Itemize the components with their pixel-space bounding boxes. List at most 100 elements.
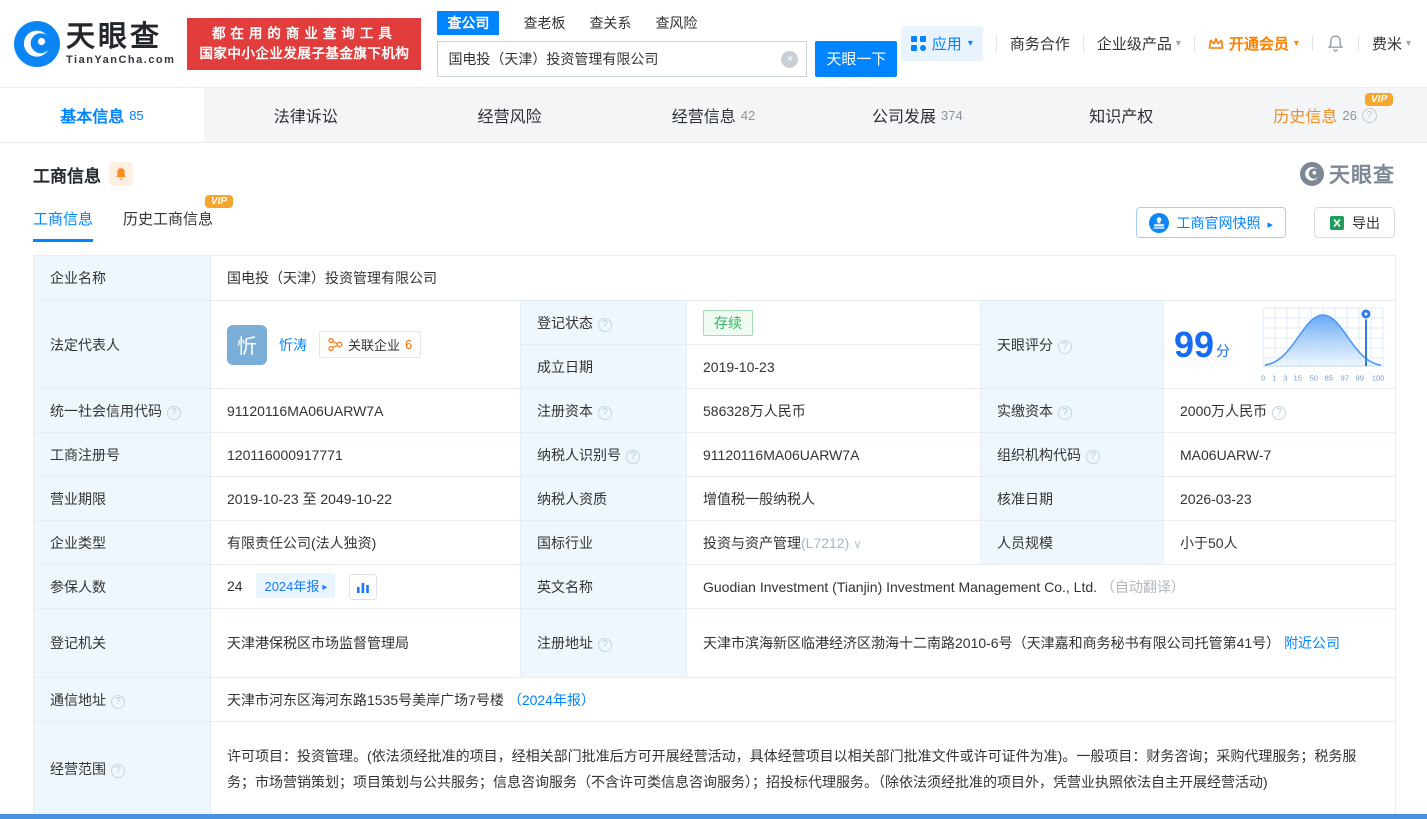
help-icon[interactable] xyxy=(167,406,181,420)
mail-address-report-link[interactable]: （2024年报） xyxy=(508,692,595,708)
help-icon[interactable] xyxy=(1086,450,1100,464)
score-distribution-chart: 0 1 3 15 50 85 97 99 100 xyxy=(1261,307,1385,383)
registry-label: 登记机关 xyxy=(34,609,211,678)
industry-label: 国标行业 xyxy=(521,521,687,565)
business-scope-label: 经营范围 xyxy=(34,722,211,816)
score-value: 99 xyxy=(1174,327,1214,363)
business-term-label: 营业期限 xyxy=(34,477,211,521)
tab-legal-litigation[interactable]: 法律诉讼 xyxy=(204,88,408,142)
search-tab-risk[interactable]: 查风险 xyxy=(655,13,697,33)
table-row: 参保人数 24 2024年报 英文名称 Guodian Investment (… xyxy=(34,565,1396,609)
subtab-history-business-info[interactable]: VIP 历史工商信息 xyxy=(123,208,213,242)
help-icon[interactable] xyxy=(1058,340,1072,354)
notification-bell-icon[interactable] xyxy=(1326,34,1345,53)
official-snapshot-button[interactable]: 工商官网快照 xyxy=(1136,207,1286,238)
status-badge: 存续 xyxy=(703,310,753,336)
reg-address-label: 注册地址 xyxy=(521,609,687,678)
chevron-down-icon[interactable] xyxy=(853,537,862,551)
clear-search-icon[interactable] xyxy=(781,51,798,68)
table-row: 经营范围 许可项目：投资管理。(依法须经批准的项目，经相关部门批准后方可开展经营… xyxy=(34,722,1396,816)
tianyancha-watermark-icon xyxy=(1300,162,1324,186)
table-row: 登记机关 天津港保税区市场监督管理局 注册地址 天津市滨海新区临港经济区渤海十二… xyxy=(34,609,1396,678)
reg-status-label: 登记状态 xyxy=(521,301,687,345)
help-icon[interactable] xyxy=(111,764,125,778)
company-type-value: 有限责任公司(法人独资) xyxy=(211,521,521,565)
logo-text: 天眼查 xyxy=(66,22,175,52)
top-nav: 应用 商务合作 企业级产品 开通会员 费米 xyxy=(901,26,1411,61)
insured-trend-chart-button[interactable] xyxy=(349,574,377,600)
app-grid-icon xyxy=(911,36,926,51)
bottom-accent-bar xyxy=(0,814,1427,819)
chevron-down-icon xyxy=(968,38,973,49)
vip-badge: VIP xyxy=(1365,93,1393,106)
taxpayer-quality-value: 增值税一般纳税人 xyxy=(687,477,981,521)
search-button[interactable]: 天眼一下 xyxy=(815,41,897,77)
score-unit: 分 xyxy=(1216,341,1230,361)
divider xyxy=(1194,36,1195,51)
nav-user-account[interactable]: 费米 xyxy=(1372,33,1411,54)
credit-code-label: 统一社会信用代码 xyxy=(34,389,211,433)
search-tab-company[interactable]: 查公司 xyxy=(437,11,499,35)
score-label: 天眼评分 xyxy=(981,301,1164,389)
credit-code-value: 91120116MA06UARW7A xyxy=(211,389,521,433)
score-cell[interactable]: 99 分 xyxy=(1164,301,1396,389)
table-row: 企业类型 有限责任公司(法人独资) 国标行业 投资与资产管理(L7212) 人员… xyxy=(34,521,1396,565)
help-icon[interactable] xyxy=(626,450,640,464)
brand-slogan: 都在用的商业查询工具 国家中小企业发展子基金旗下机构 xyxy=(187,18,421,70)
tab-operation-risk[interactable]: 经营风险 xyxy=(408,88,612,142)
score-axis-ticks: 0 1 3 15 50 85 97 99 100 xyxy=(1261,373,1385,383)
company-name-value: 国电投（天津）投资管理有限公司 xyxy=(211,256,1396,301)
section-title: 工商信息 xyxy=(33,162,101,187)
divider xyxy=(1312,36,1313,51)
search-input[interactable] xyxy=(438,42,806,76)
network-icon xyxy=(328,337,343,352)
excel-icon xyxy=(1329,215,1345,231)
help-icon[interactable] xyxy=(1058,406,1072,420)
org-code-label: 组织机构代码 xyxy=(981,433,1164,477)
help-icon[interactable] xyxy=(598,406,612,420)
tab-basic-info[interactable]: 基本信息 85 xyxy=(0,88,204,142)
reg-number-value: 120116000917771 xyxy=(211,433,521,477)
nearby-companies-link[interactable]: 附近公司 xyxy=(1284,635,1340,651)
subtab-business-info[interactable]: 工商信息 xyxy=(33,208,93,242)
help-icon[interactable] xyxy=(1272,406,1286,420)
annual-report-badge[interactable]: 2024年报 xyxy=(256,573,335,598)
tab-operation-info[interactable]: 经营信息 42 xyxy=(612,88,816,142)
legal-rep-avatar[interactable]: 忻 xyxy=(227,325,267,365)
related-companies-badge[interactable]: 关联企业 6 xyxy=(319,331,421,358)
slogan-line1: 都在用的商业查询工具 xyxy=(199,24,409,44)
help-icon[interactable] xyxy=(598,318,612,332)
staff-size-label: 人员规模 xyxy=(981,521,1164,565)
tab-company-development[interactable]: 公司发展 374 xyxy=(815,88,1019,142)
legal-rep-label: 法定代表人 xyxy=(34,301,211,389)
chevron-down-icon xyxy=(1176,38,1181,49)
reg-capital-label: 注册资本 xyxy=(521,389,687,433)
table-row: 企业名称 国电投（天津）投资管理有限公司 xyxy=(34,256,1396,301)
subscribe-bell-button[interactable] xyxy=(109,162,133,186)
reg-capital-value: 586328万人民币 xyxy=(687,389,981,433)
table-row: 法定代表人 忻 忻涛 关联企业 6 xyxy=(34,301,1396,345)
tab-intellectual-property[interactable]: 知识产权 xyxy=(1019,88,1223,142)
legal-rep-name-link[interactable]: 忻涛 xyxy=(279,335,307,355)
nav-biz-cooperation[interactable]: 商务合作 xyxy=(1010,33,1070,54)
company-section-tabs: 基本信息 85 法律诉讼 经营风险 经营信息 42 公司发展 374 知识产权 … xyxy=(0,88,1427,143)
search-tab-boss[interactable]: 查老板 xyxy=(523,13,565,33)
export-button[interactable]: 导出 xyxy=(1314,207,1395,238)
apps-menu-button[interactable]: 应用 xyxy=(901,26,983,61)
insured-label: 参保人数 xyxy=(34,565,211,609)
arrow-right-icon xyxy=(1267,215,1273,231)
search-tab-relations[interactable]: 查关系 xyxy=(589,13,631,33)
bar-chart-icon xyxy=(356,581,370,594)
bell-icon xyxy=(114,167,128,181)
nav-open-vip[interactable]: 开通会员 xyxy=(1208,33,1299,54)
help-icon[interactable] xyxy=(1362,108,1377,123)
staff-size-value: 小于50人 xyxy=(1164,521,1396,565)
help-icon[interactable] xyxy=(598,638,612,652)
tab-history-info[interactable]: VIP 历史信息 26 xyxy=(1223,88,1427,142)
tianyancha-logo[interactable]: 天眼查 TianYanCha.com xyxy=(14,21,175,67)
nav-enterprise-products[interactable]: 企业级产品 xyxy=(1097,33,1181,54)
logo-domain: TianYanCha.com xyxy=(66,54,175,66)
company-type-label: 企业类型 xyxy=(34,521,211,565)
chevron-down-icon xyxy=(1294,38,1299,49)
help-icon[interactable] xyxy=(111,695,125,709)
